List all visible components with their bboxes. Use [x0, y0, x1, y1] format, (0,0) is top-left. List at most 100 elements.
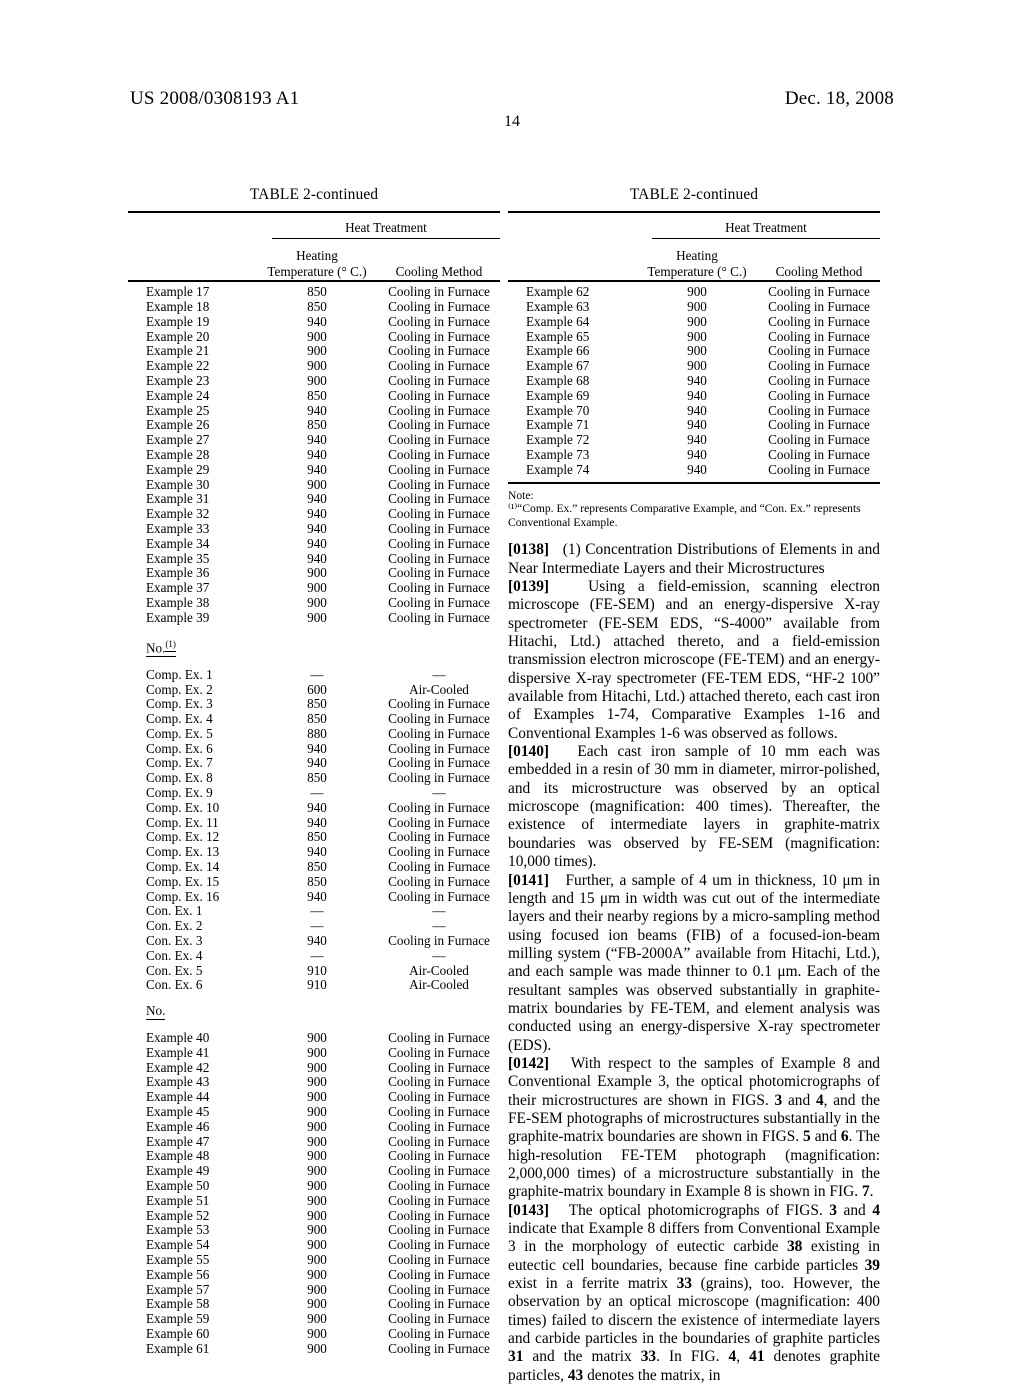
table-row: Example 30 900 Cooling in Furnace	[128, 476, 500, 493]
cell-cooling-method: Cooling in Furnace	[388, 313, 490, 329]
cell-sample-name: Example 66	[526, 343, 590, 359]
cell-heating-temperature: 940	[307, 520, 327, 536]
cell-sample-name: Example 26	[146, 417, 210, 433]
table-row: Comp. Ex. 5 880 Cooling in Furnace	[128, 725, 500, 742]
cell-heating-temperature: 900	[307, 594, 327, 610]
cell-heating-temperature: 900	[307, 609, 327, 625]
cell-cooling-method: Cooling in Furnace	[388, 1148, 490, 1164]
table-row: Example 36 900 Cooling in Furnace	[128, 566, 500, 581]
table-row: Comp. Ex. 1 — —	[128, 667, 500, 683]
table-row: Con. Ex. 2 — —	[128, 918, 500, 934]
cell-cooling-method: Cooling in Furnace	[768, 358, 870, 374]
cell-heating-temperature: 900	[307, 1281, 327, 1297]
table-row: Comp. Ex. 8 850 Cooling in Furnace	[128, 770, 500, 786]
table-row: Comp. Ex. 11 940 Cooling in Furnace	[128, 814, 500, 831]
table-row: Example 32 940 Cooling in Furnace	[128, 506, 500, 522]
cell-heating-temperature: 900	[687, 358, 707, 374]
paragraph-number: [0140]	[508, 743, 550, 761]
cell-sample-name: Example 67	[526, 358, 590, 374]
cell-cooling-method: Cooling in Furnace	[768, 343, 870, 359]
table-column-headers: Heating Temperature (° C.) Cooling Metho…	[508, 248, 880, 280]
cell-cooling-method: Cooling in Furnace	[388, 580, 490, 596]
body-paragraph: [0142] With respect to the samples of Exa…	[508, 1055, 880, 1202]
cell-sample-name: Example 19	[146, 313, 210, 329]
table-body-right: Example 62 900 Cooling in Furnace Example 6…	[508, 284, 880, 477]
table-row: Example 72 940 Cooling in Furnace	[508, 432, 880, 448]
cell-heating-temperature: 850	[307, 873, 327, 889]
cell-cooling-method: Air-Cooled	[409, 681, 469, 697]
cell-heating-temperature: 900	[307, 328, 327, 344]
table-row: Example 34 940 Cooling in Furnace	[128, 536, 500, 552]
cell-heating-temperature: 900	[307, 1044, 327, 1060]
cell-heating-temperature: 900	[307, 343, 327, 359]
table-row: Comp. Ex. 16 940 Cooling in Furnace	[128, 889, 500, 905]
cell-sample-name: Example 31	[146, 491, 210, 507]
table-row: Comp. Ex. 7 940 Cooling in Furnace	[128, 756, 500, 771]
cell-cooling-method: Cooling in Furnace	[388, 859, 490, 875]
paragraph-text: The optical photomicrographs of FIGS. 3 …	[508, 1201, 881, 1384]
cell-sample-name: Example 49	[146, 1163, 210, 1179]
cell-cooling-method: Cooling in Furnace	[388, 1089, 490, 1105]
cell-cooling-method: Cooling in Furnace	[388, 343, 490, 359]
cell-sample-name: Comp. Ex. 9	[146, 785, 213, 801]
cell-heating-temperature: —	[310, 903, 324, 919]
table-row: Example 55 900 Cooling in Furnace	[128, 1251, 500, 1268]
cell-sample-name: Example 58	[146, 1296, 210, 1312]
paragraph-number: [0138]	[508, 541, 550, 559]
table-row: Comp. Ex. 4 850 Cooling in Furnace	[128, 711, 500, 727]
cell-cooling-method: Cooling in Furnace	[388, 609, 490, 625]
cell-sample-name: Example 61	[146, 1340, 210, 1356]
cell-heating-temperature: 940	[687, 432, 707, 448]
table-row: Example 73 940 Cooling in Furnace	[508, 446, 880, 463]
table-row: Example 27 940 Cooling in Furnace	[128, 432, 500, 448]
cell-cooling-method: Cooling in Furnace	[388, 1207, 490, 1223]
cell-heating-temperature: 900	[687, 298, 707, 314]
paragraph-number: [0142]	[508, 1054, 550, 1072]
cell-sample-name: Example 45	[146, 1104, 210, 1120]
cell-cooling-method: Cooling in Furnace	[388, 814, 490, 830]
column-header-temperature: Heating Temperature (° C.)	[647, 248, 747, 280]
table-row: Example 24 850 Cooling in Furnace	[128, 388, 500, 404]
cell-sample-name: Example 47	[146, 1133, 210, 1149]
table-span-header-row: Heat Treatment	[128, 220, 500, 239]
cell-heating-temperature: 910	[307, 962, 327, 978]
cell-sample-name: Example 20	[146, 328, 210, 344]
cell-cooling-method: Cooling in Furnace	[768, 328, 870, 344]
table-row: Comp. Ex. 2 600 Air-Cooled	[128, 681, 500, 698]
cell-sample-name: Example 35	[146, 550, 210, 566]
cell-sample-name: Example 33	[146, 520, 210, 536]
cell-heating-temperature: 900	[307, 1178, 327, 1193]
cell-cooling-method: Cooling in Furnace	[388, 1192, 490, 1208]
cell-cooling-method: Cooling in Furnace	[388, 829, 490, 845]
table-row: Example 68 940 Cooling in Furnace	[508, 373, 880, 389]
cell-sample-name: Example 54	[146, 1237, 210, 1253]
cell-heating-temperature: 900	[307, 1251, 327, 1267]
cell-sample-name: Example 65	[526, 328, 590, 344]
cell-cooling-method: Cooling in Furnace	[388, 491, 490, 507]
cell-cooling-method: Cooling in Furnace	[768, 446, 870, 462]
cell-heating-temperature: 900	[307, 476, 327, 492]
cell-sample-name: Example 39	[146, 609, 210, 625]
table-column-headers: Heating Temperature (° C.) Cooling Metho…	[128, 248, 500, 280]
cell-cooling-method: Cooling in Furnace	[388, 298, 490, 314]
cell-sample-name: Comp. Ex. 2	[146, 681, 213, 697]
column-header-cooling-method: Cooling Method	[395, 264, 483, 280]
cell-cooling-method: Cooling in Furnace	[388, 550, 490, 566]
cell-cooling-method: Cooling in Furnace	[388, 402, 490, 418]
table-row: Example 19 940 Cooling in Furnace	[128, 313, 500, 330]
cell-sample-name: Example 22	[146, 358, 210, 374]
cell-sample-name: Comp. Ex. 15	[146, 873, 220, 889]
table-row: Example 56 900 Cooling in Furnace	[128, 1267, 500, 1283]
table-row: Example 57 900 Cooling in Furnace	[128, 1281, 500, 1298]
cell-heating-temperature: 940	[307, 446, 327, 462]
cell-heating-temperature: 900	[307, 1340, 327, 1356]
table-row: Example 37 900 Cooling in Furnace	[128, 580, 500, 596]
cell-cooling-method: —	[432, 947, 446, 963]
table-header-rule	[128, 280, 500, 283]
cell-sample-name: Example 17	[146, 284, 210, 300]
cell-sample-name: Example 36	[146, 565, 210, 581]
table-row: Example 47 900 Cooling in Furnace	[128, 1133, 500, 1150]
table-row: Example 20 900 Cooling in Furnace	[128, 328, 500, 345]
cell-cooling-method: Cooling in Furnace	[388, 725, 490, 741]
table-group-gap	[128, 626, 500, 637]
